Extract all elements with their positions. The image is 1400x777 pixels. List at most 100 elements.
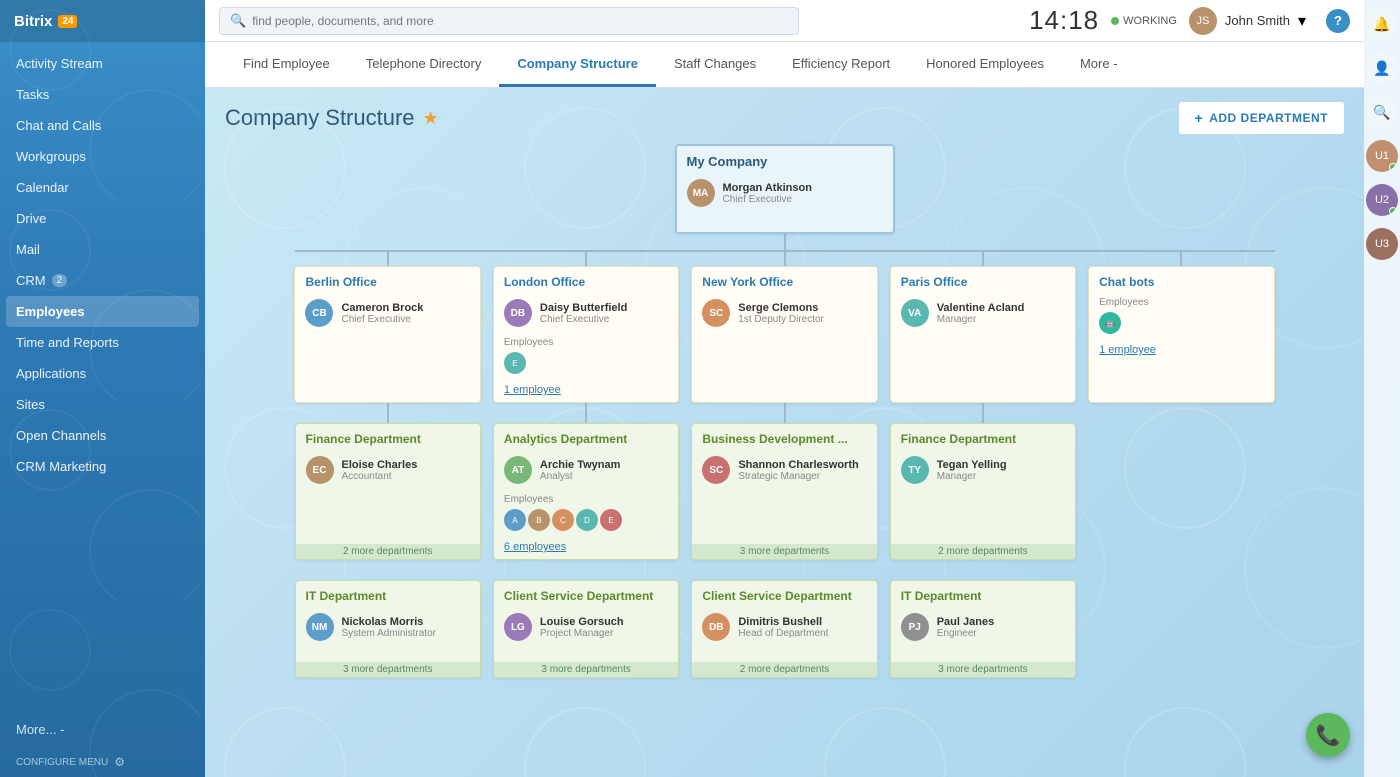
configure-menu[interactable]: Configure Menu ⚙ — [0, 747, 205, 777]
person-role: Engineer — [937, 628, 994, 639]
more-departments-badge: 2 more departments — [692, 662, 876, 677]
dept-person: AT Archie Twynam Analyst — [494, 450, 678, 490]
dept-title: Business Development ... — [692, 424, 876, 450]
user-area[interactable]: JS John Smith ▾ — [1189, 7, 1306, 35]
dept-card-london[interactable]: London Office DB Daisy Butterfield Chief… — [493, 266, 679, 403]
tab-more[interactable]: More - — [1062, 42, 1136, 87]
tab-honored-employees[interactable]: Honored Employees — [908, 42, 1062, 87]
sidebar-item-tasks[interactable]: Tasks — [0, 79, 205, 110]
dept-card-paris-finance[interactable]: Finance Department TY Tegan Yelling Mana… — [890, 423, 1076, 560]
v-line — [982, 403, 984, 423]
h-connector — [225, 250, 1344, 252]
online-user-2[interactable]: U2 — [1366, 184, 1398, 216]
sidebar-item-crm-marketing[interactable]: CRM Marketing — [0, 451, 205, 482]
dept-card-newyork[interactable]: New York Office SC Serge Clemons 1st Dep… — [691, 266, 877, 403]
employees-link[interactable]: 1 employee — [494, 380, 678, 402]
dept-card-chatbots[interactable]: Chat bots Employees 🤖 1 employee — [1088, 266, 1274, 403]
employees-link[interactable]: 6 employees — [494, 537, 678, 559]
more-departments-badge: 3 more departments — [891, 662, 1075, 677]
sidebar-item-drive[interactable]: Drive — [0, 203, 205, 234]
person-role: Accountant — [342, 471, 418, 482]
person-name: Paul Janes — [937, 616, 994, 628]
sidebar-more[interactable]: More... - — [0, 712, 205, 747]
v-line — [387, 252, 389, 266]
dept-card-nyc-bizdev[interactable]: Business Development ... SC Shannon Char… — [691, 423, 877, 560]
sidebar-item-time-reports[interactable]: Time and Reports — [0, 327, 205, 358]
tab-efficiency-report[interactable]: Efficiency Report — [774, 42, 908, 87]
person-role: Strategic Manager — [738, 471, 858, 482]
plus-icon: + — [1195, 110, 1204, 126]
sidebar-item-open-channels[interactable]: Open Channels — [0, 420, 205, 451]
star-icon[interactable]: ★ — [423, 108, 439, 129]
person-name: Serge Clemons — [738, 302, 824, 314]
person-name: Shannon Charlesworth — [738, 459, 858, 471]
avatar: CB — [305, 299, 333, 327]
tab-staff-changes[interactable]: Staff Changes — [656, 42, 774, 87]
employee-avatars: E — [494, 350, 678, 380]
sidebar-item-applications[interactable]: Applications — [0, 358, 205, 389]
dept-card-london-clientsvc[interactable]: Client Service Department LG Louise Gors… — [493, 580, 679, 678]
tab-find-employee[interactable]: Find Employee — [225, 42, 348, 87]
person-role: Analyst — [540, 471, 621, 482]
tab-telephone-directory[interactable]: Telephone Directory — [348, 42, 500, 87]
employees-link[interactable]: 1 employee — [1089, 340, 1273, 362]
main-area: 🔍 14:18 WORKING JS John Smith ▾ ? Find E… — [205, 0, 1364, 777]
dept-card-paris-it[interactable]: IT Department PJ Paul Janes Engineer 3 m… — [890, 580, 1076, 678]
search-icon: 🔍 — [230, 13, 246, 29]
dept-card-paris[interactable]: Paris Office VA Valentine Acland Manager — [890, 266, 1076, 403]
search-box[interactable]: 🔍 — [219, 7, 799, 35]
search-button[interactable]: 🔍 — [1366, 96, 1398, 128]
person-info: Archie Twynam Analyst — [540, 459, 621, 482]
add-department-button[interactable]: + ADD DEPARTMENT — [1179, 102, 1344, 134]
sub-v-lines — [295, 403, 1275, 423]
livefeed-button[interactable]: 👤 — [1366, 52, 1398, 84]
call-fab-button[interactable]: 📞 — [1306, 713, 1350, 757]
employees-label: Employees — [494, 490, 678, 507]
person-info: Serge Clemons 1st Deputy Director — [738, 302, 824, 325]
sidebar-item-mail[interactable]: Mail — [0, 234, 205, 265]
sidebar-item-workgroups[interactable]: Workgroups — [0, 141, 205, 172]
dept-card-nyc-clientsvc[interactable]: Client Service Department DB Dimitris Bu… — [691, 580, 877, 678]
person-role: Chief Executive — [723, 194, 812, 205]
person-name: Cameron Brock — [341, 302, 423, 314]
person-role: Manager — [937, 471, 1007, 482]
sidebar-item-sites[interactable]: Sites — [0, 389, 205, 420]
sidebar-item-activity-stream[interactable]: Activity Stream — [0, 48, 205, 79]
online-user-1[interactable]: U1 — [1366, 140, 1398, 172]
online-user-3[interactable]: U3 — [1366, 228, 1398, 260]
user-name: John Smith — [1225, 13, 1290, 28]
person-info: Daisy Butterfield Chief Executive — [540, 302, 627, 325]
v-line — [784, 403, 786, 423]
person-info: Dimitris Bushell Head of Department — [738, 616, 828, 639]
dept-title: Finance Department — [296, 424, 480, 450]
dept-person: PJ Paul Janes Engineer — [891, 607, 1075, 647]
dept-card-london-analytics[interactable]: Analytics Department AT Archie Twynam An… — [493, 423, 679, 560]
sidebar-item-calendar[interactable]: Calendar — [0, 172, 205, 203]
employee-avatars: A B C D E — [494, 507, 678, 537]
dept-person: LG Louise Gorsuch Project Manager — [494, 607, 678, 647]
person-role: Project Manager — [540, 628, 624, 639]
dept-card-root[interactable]: My Company MA Morgan Atkinson Chief Exec… — [675, 144, 895, 234]
sidebar-logo[interactable]: Bitrix 24 — [0, 0, 205, 42]
person-info: Tegan Yelling Manager — [937, 459, 1007, 482]
sidebar-item-crm[interactable]: CRM2 — [0, 265, 205, 296]
dept-card-berlin-finance[interactable]: Finance Department EC Eloise Charles Acc… — [295, 423, 481, 560]
person-info: Morgan Atkinson Chief Executive — [723, 182, 812, 205]
dept-title: Berlin Office — [295, 267, 479, 293]
tab-company-structure[interactable]: Company Structure — [499, 42, 656, 87]
avatar: EC — [306, 456, 334, 484]
sidebar-item-chat-calls[interactable]: Chat and Calls — [0, 110, 205, 141]
status-dot — [1111, 17, 1119, 25]
dept-card-berlin-it[interactable]: IT Department NM Nickolas Morris System … — [295, 580, 481, 678]
notifications-button[interactable]: 🔔 — [1366, 8, 1398, 40]
dept-card-berlin[interactable]: Berlin Office CB Cameron Brock Chief Exe… — [294, 266, 480, 403]
sidebar: Bitrix 24 Activity StreamTasksChat and C… — [0, 0, 205, 777]
person-role: Head of Department — [738, 628, 828, 639]
sidebar-item-employees[interactable]: Employees — [6, 296, 199, 327]
configure-label: Configure Menu — [16, 757, 108, 768]
search-input[interactable] — [252, 14, 788, 28]
employee-avatar: D — [576, 509, 598, 531]
help-button[interactable]: ? — [1326, 9, 1350, 33]
avatar: SC — [702, 456, 730, 484]
spacer-col — [1088, 423, 1274, 560]
